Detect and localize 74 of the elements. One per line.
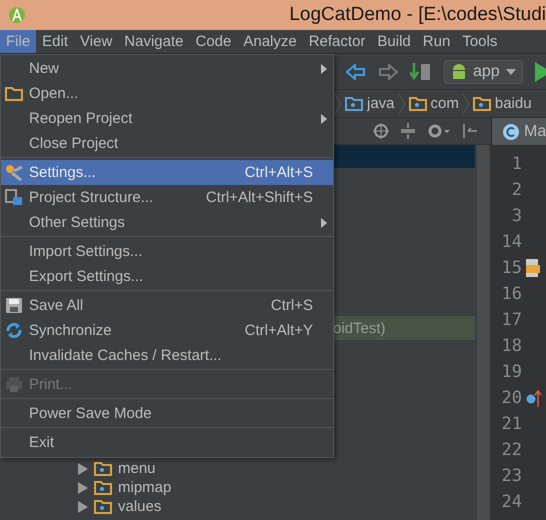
pin-left-icon[interactable]	[463, 123, 477, 139]
menu-item[interactable]: Settings... Ctrl+Alt+S	[1, 160, 333, 185]
menu-bar-item[interactable]: Edit	[36, 30, 74, 53]
line-number: 2	[510, 180, 522, 200]
folder-icon	[94, 461, 112, 476]
line-number: 22	[500, 440, 522, 460]
line-number: 24	[500, 492, 522, 512]
folder-label[interactable]: menu	[118, 460, 156, 477]
menu-item[interactable]: Close Project	[1, 131, 333, 156]
menu-bar-item[interactable]: Code	[189, 30, 238, 53]
breadcrumb[interactable]: baidu	[494, 95, 532, 112]
menu-item[interactable]: New	[1, 56, 333, 81]
menu-bar-item[interactable]: Analyze	[237, 30, 303, 53]
menu-item[interactable]: Exit	[1, 430, 333, 455]
line-number: 1	[510, 154, 522, 174]
menu-item[interactable]: Synchronize Ctrl+Alt+Y	[1, 318, 333, 343]
run-configuration-dropdown[interactable]: app	[444, 60, 523, 84]
menu-bar-item[interactable]: View	[74, 30, 118, 53]
scrollbar[interactable]	[477, 145, 489, 520]
folder-icon	[345, 96, 363, 111]
expand-arrow-icon[interactable]	[78, 462, 88, 474]
collapse-icon[interactable]	[401, 123, 415, 139]
chevron-icon	[462, 94, 469, 114]
menu-item[interactable]: Other Settings	[1, 210, 333, 235]
run-icon[interactable]	[534, 62, 546, 82]
override-marker-icon[interactable]	[526, 389, 542, 407]
menu-bar-item[interactable]: Tools	[456, 30, 504, 53]
window-title: LogCatDemo - [E:\codes\Studi	[288, 4, 546, 26]
line-number: 3	[510, 206, 522, 226]
crosshair-icon[interactable]	[373, 123, 389, 139]
line-number: 16	[500, 284, 522, 304]
menu-item[interactable]: Power Save Mode	[1, 401, 333, 426]
line-number: 21	[500, 414, 522, 434]
android-studio-logo-icon	[8, 6, 26, 24]
menu-bar-item[interactable]: Run	[416, 30, 456, 53]
line-number: 15	[500, 258, 522, 278]
line-number: 20	[500, 388, 522, 408]
caret-icon	[506, 68, 516, 74]
menu-item[interactable]: Save All Ctrl+S	[1, 293, 333, 318]
back-arrow-icon[interactable]	[346, 64, 366, 80]
folder-label[interactable]: values	[118, 498, 162, 515]
folder-label[interactable]: mipmap	[118, 479, 172, 496]
expand-arrow-icon[interactable]	[78, 482, 88, 494]
printer-icon	[5, 376, 23, 393]
folder-icon	[94, 499, 112, 514]
menu-item[interactable]: Invalidate Caches / Restart...	[1, 343, 333, 368]
line-number: 17	[500, 310, 522, 330]
editor-tab[interactable]: Ma	[492, 118, 546, 145]
menu-bar-item[interactable]: Refactor	[302, 30, 372, 53]
structure-icon	[5, 189, 23, 206]
menu-bar-item[interactable]: Navigate	[118, 30, 190, 53]
menu-item[interactable]: Project Structure... Ctrl+Alt+Shift+S	[1, 185, 333, 210]
chevron-icon	[398, 94, 405, 114]
forward-arrow-icon[interactable]	[378, 64, 398, 80]
expand-arrow-icon[interactable]	[78, 500, 88, 512]
folder-icon	[408, 96, 427, 111]
menu-item[interactable]: Export Settings...	[1, 264, 333, 289]
folder-icon	[94, 480, 112, 495]
breadcrumb[interactable]: com	[430, 95, 459, 112]
line-number: 14	[500, 232, 522, 252]
line-number: 18	[500, 336, 522, 356]
folder-icon	[472, 96, 491, 111]
breadcrumb[interactable]: java	[367, 95, 395, 112]
android-icon	[451, 62, 467, 80]
menu-bar-item[interactable]: Build	[371, 30, 417, 53]
line-number: 19	[500, 362, 522, 382]
menu-item[interactable]: Reopen Project	[1, 106, 333, 131]
class-icon	[502, 122, 520, 140]
menu-item[interactable]: Import Settings...	[1, 239, 333, 264]
folder-icon	[5, 85, 23, 102]
menu-item[interactable]: Open...	[1, 81, 333, 106]
line-number: 23	[500, 466, 522, 486]
sync-icon	[5, 322, 23, 339]
layout-file-icon[interactable]	[526, 259, 540, 277]
